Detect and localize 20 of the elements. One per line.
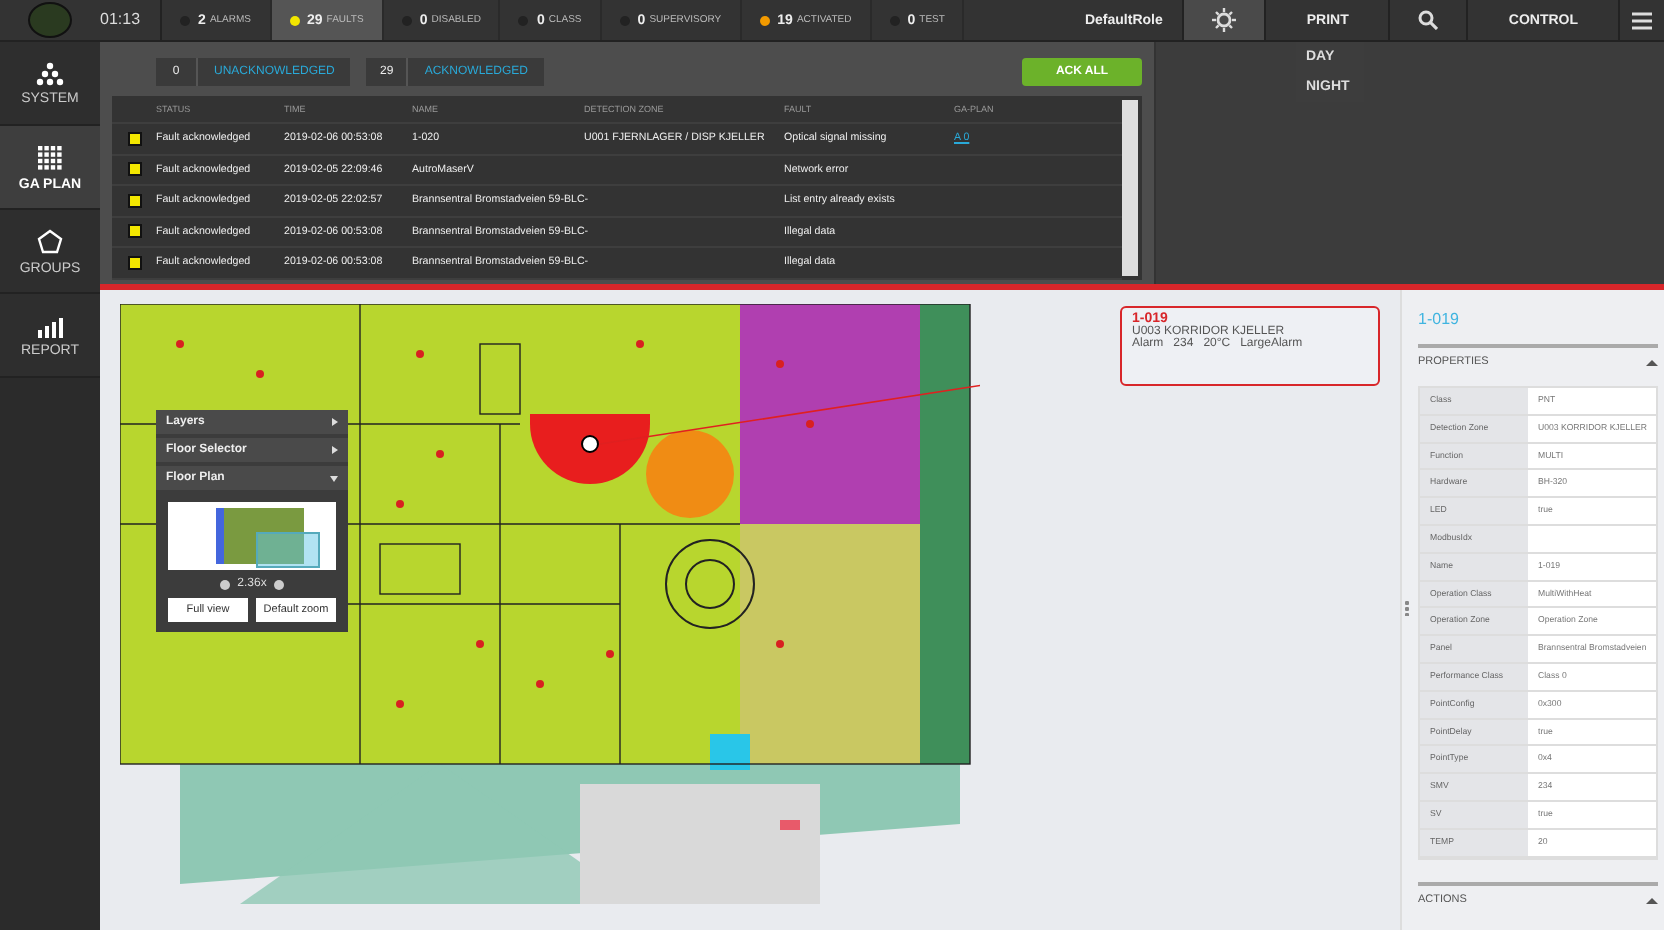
status-square bbox=[127, 193, 141, 208]
dot-grid-icon bbox=[36, 143, 64, 171]
property-value bbox=[1528, 525, 1656, 552]
status-square bbox=[127, 162, 141, 177]
status-square bbox=[127, 131, 141, 146]
bar-chart-icon bbox=[36, 313, 64, 337]
hierarchy-icon bbox=[36, 61, 64, 85]
collapse-icon[interactable] bbox=[1646, 897, 1658, 903]
status-square bbox=[127, 224, 141, 239]
zoom-out-icon[interactable] bbox=[219, 579, 230, 589]
device-title: 1-019 bbox=[1418, 310, 1461, 328]
clock-time: 01:13 bbox=[100, 0, 163, 40]
collapse-icon[interactable] bbox=[1646, 359, 1658, 365]
scrollbar[interactable] bbox=[1122, 100, 1138, 275]
status-square bbox=[127, 255, 141, 270]
resize-handle[interactable] bbox=[1404, 600, 1410, 616]
settings-icon[interactable] bbox=[1182, 0, 1265, 40]
zoom-in-icon[interactable] bbox=[274, 579, 285, 589]
minimap-drawing[interactable] bbox=[168, 502, 336, 570]
ring-icon bbox=[36, 227, 64, 255]
